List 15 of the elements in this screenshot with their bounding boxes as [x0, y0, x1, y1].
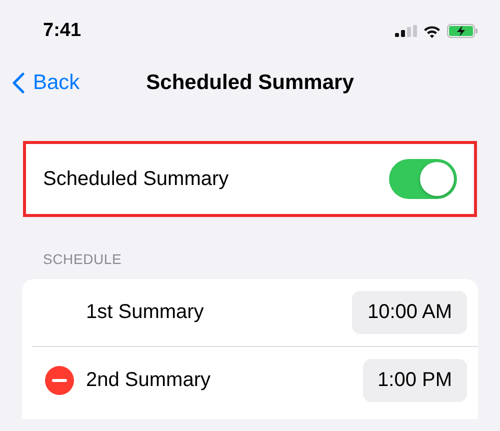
wifi-icon [423, 24, 441, 38]
chevron-left-icon [12, 72, 25, 94]
remove-icon[interactable] [44, 366, 74, 395]
toggle-switch[interactable] [389, 159, 457, 199]
status-time: 7:41 [43, 20, 82, 42]
summary-label: 1st Summary [86, 301, 205, 324]
time-picker-button[interactable]: 10:00 AM [352, 291, 467, 334]
battery-charging-icon [447, 24, 478, 38]
signal-icon [395, 25, 417, 37]
summary-label: 2nd Summary [86, 369, 212, 392]
back-button[interactable]: Back [12, 71, 80, 95]
setting-label: Scheduled Summary [43, 168, 229, 190]
screen-title: Scheduled Summary [146, 71, 354, 95]
section-header: SCHEDULE [43, 251, 123, 267]
time-picker-button[interactable]: 1:00 PM [362, 359, 467, 402]
